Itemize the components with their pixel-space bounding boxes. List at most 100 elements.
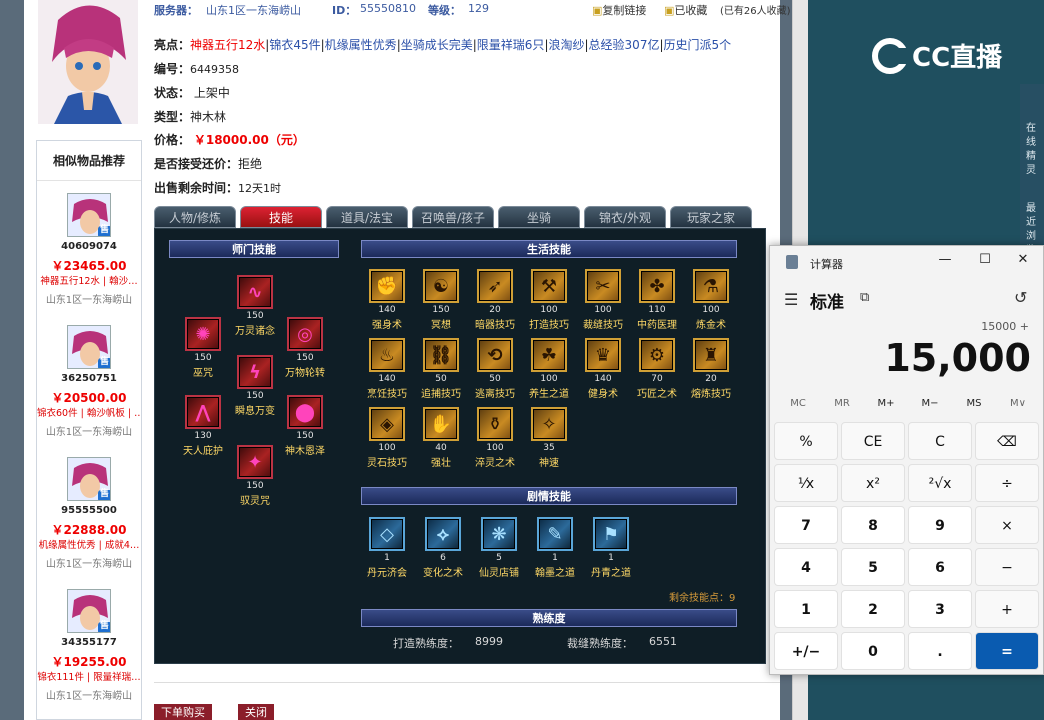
tab-appearance[interactable]: 锦衣/外观 — [584, 206, 666, 228]
highlight-tag[interactable]: 机缘属性优秀 — [325, 38, 397, 52]
similar-item[interactable]: 售 36250751 ￥20500.00 锦衣60件 | 翰沙帆板 | … 山东… — [37, 325, 141, 455]
memory-add-button[interactable]: M+ — [866, 398, 906, 409]
memory-list-button[interactable]: M∨ — [998, 398, 1038, 409]
skill-item[interactable]: ⬤ 150 神木恩泽 — [279, 395, 331, 457]
similar-item[interactable]: 售 95555500 ￥22888.00 机缘属性优秀 | 成就4… 山东1区一… — [37, 457, 141, 587]
skill-item[interactable]: ✂ 100 裁缝技巧 — [577, 269, 629, 331]
skill-item[interactable]: ◇ 1 丹元济会 — [361, 517, 413, 579]
cc-side-online[interactable]: 在线精灵 — [1026, 122, 1044, 178]
skill-item[interactable]: ➶ 20 暗器技巧 — [469, 269, 521, 331]
memory-subtract-button[interactable]: M− — [910, 398, 950, 409]
skill-item[interactable]: ✧ 35 神速 — [523, 407, 575, 469]
key-divide-button[interactable]: ÷ — [975, 464, 1039, 502]
close-window-button[interactable]: ✕ — [1010, 252, 1036, 272]
key-multiply-button[interactable]: × — [975, 506, 1039, 544]
minimize-button[interactable]: — — [932, 252, 958, 272]
highlight-tag[interactable]: 浪淘纱 — [548, 38, 584, 52]
key-equals-button[interactable]: = — [975, 632, 1039, 670]
skill-item[interactable]: ⟲ 50 逃离技巧 — [469, 338, 521, 400]
tab-mounts[interactable]: 坐骑 — [498, 206, 580, 228]
key-decimal-button[interactable]: . — [908, 632, 972, 670]
skill-item[interactable]: ◈ 100 灵石技巧 — [361, 407, 413, 469]
skill-item[interactable]: ✦ 150 驭灵咒 — [229, 445, 281, 507]
skill-item[interactable]: ☯ 150 冥想 — [415, 269, 467, 331]
tab-items[interactable]: 道具/法宝 — [326, 206, 408, 228]
highlight-tag[interactable]: 锦衣45件 — [269, 38, 320, 52]
maximize-button[interactable]: ☐ — [972, 252, 998, 272]
hamburger-menu-icon[interactable]: ☰ — [784, 290, 798, 309]
highlight-tag[interactable]: 限量祥瑞6只 — [477, 38, 545, 52]
life-skill-icon: ✧ — [531, 407, 567, 441]
calculator-keypad: % CE C ⌫ ¹⁄x x² ²√x ÷ 7 8 9 × 4 5 6− 1 2 3 + +/− 0. = — [774, 422, 1042, 672]
similar-item[interactable]: 售 40609074 ￥23465.00 神器五行12水 | 翰沙… 山东1区一… — [37, 193, 141, 323]
tab-skills[interactable]: 技能 — [240, 206, 322, 228]
memory-clear-button[interactable]: MC — [778, 398, 818, 409]
tab-character[interactable]: 人物/修炼 — [154, 206, 236, 228]
tab-pets[interactable]: 召唤兽/孩子 — [412, 206, 494, 228]
key-negate-button[interactable]: +/− — [774, 632, 838, 670]
close-button[interactable]: 关闭 — [238, 704, 274, 720]
highlight-tag[interactable]: 神器五行12水 — [190, 38, 265, 52]
key-backspace-button[interactable]: ⌫ — [975, 422, 1039, 460]
key-square-button[interactable]: x² — [841, 464, 905, 502]
skill-item[interactable]: ✤ 110 中药医理 — [631, 269, 683, 331]
skill-item[interactable]: ♜ 20 熔炼技巧 — [685, 338, 737, 400]
key-square-root-button[interactable]: ²√x — [908, 464, 972, 502]
skill-item[interactable]: ✎ 1 翰墨之道 — [529, 517, 581, 579]
copy-link-button[interactable]: ▣复制链接 — [592, 2, 646, 18]
keep-on-top-icon[interactable]: ⧉ — [860, 290, 869, 305]
skill-item[interactable]: ⚑ 1 丹青之道 — [585, 517, 637, 579]
key-two-button[interactable]: 2 — [841, 590, 905, 628]
key-plus-button[interactable]: + — [975, 590, 1039, 628]
skill-item[interactable]: ⚱ 100 淬灵之术 — [469, 407, 521, 469]
skill-item[interactable]: ❋ 5 仙灵店铺 — [473, 517, 525, 579]
key-reciprocal-button[interactable]: ¹⁄x — [774, 464, 838, 502]
skill-item[interactable]: ⚙ 70 巧匠之术 — [631, 338, 683, 400]
number-value: 6449358 — [190, 63, 240, 76]
key-four-button[interactable]: 4 — [774, 548, 838, 586]
skill-item[interactable]: ☘ 100 养生之道 — [523, 338, 575, 400]
skill-item[interactable]: ⚗ 100 炼金术 — [685, 269, 737, 331]
similar-item[interactable]: 售 34355177 ￥19255.00 锦衣111件 | 限量祥瑞… 山东1区… — [37, 589, 141, 719]
key-clear-entry-button[interactable]: CE — [841, 422, 905, 460]
highlight-tag[interactable]: 坐骑成长完美 — [401, 38, 473, 52]
similar-item-thumbnail[interactable]: 售 — [67, 457, 111, 501]
skill-item[interactable]: ⟡ 6 变化之术 — [417, 517, 469, 579]
skill-item[interactable]: ✋ 40 强壮 — [415, 407, 467, 469]
key-five-button[interactable]: 5 — [841, 548, 905, 586]
highlight-tag[interactable]: 历史门派5个 — [664, 38, 732, 52]
key-one-button[interactable]: 1 — [774, 590, 838, 628]
skill-item[interactable]: ♨ 140 烹饪技巧 — [361, 338, 413, 400]
similar-item-thumbnail[interactable]: 售 — [67, 589, 111, 633]
buy-button[interactable]: 下单购买 — [154, 704, 212, 720]
key-clear-button[interactable]: C — [908, 422, 972, 460]
history-icon[interactable]: ↺ — [1014, 288, 1027, 307]
tailor-proficiency-label: 裁缝熟练度： — [567, 637, 633, 650]
calculator-titlebar[interactable]: 计算器 — ☐ ✕ — [770, 246, 1044, 278]
key-three-button[interactable]: 3 — [908, 590, 972, 628]
skill-item[interactable]: ⚒ 100 打造技巧 — [523, 269, 575, 331]
memory-store-button[interactable]: MS — [954, 398, 994, 409]
skill-item[interactable]: ◎ 150 万物轮转 — [279, 317, 331, 379]
skill-item[interactable]: ♛ 140 健身术 — [577, 338, 629, 400]
key-six-button[interactable]: 6 — [908, 548, 972, 586]
memory-recall-button[interactable]: MR — [822, 398, 862, 409]
highlight-tag[interactable]: 总经验307亿 — [589, 38, 660, 52]
key-zero-button[interactable]: 0 — [841, 632, 905, 670]
key-percent-button[interactable]: % — [774, 422, 838, 460]
sale-badge: 售 — [99, 357, 109, 367]
skill-item[interactable]: ⋀ 130 天人庇护 — [177, 395, 229, 457]
key-minus-button[interactable]: − — [975, 548, 1039, 586]
similar-item-thumbnail[interactable]: 售 — [67, 325, 111, 369]
skill-item[interactable]: ⛓ 50 追捕技巧 — [415, 338, 467, 400]
skill-item[interactable]: ✺ 150 巫咒 — [177, 317, 229, 379]
similar-item-thumbnail[interactable]: 售 — [67, 193, 111, 237]
key-nine-button[interactable]: 9 — [908, 506, 972, 544]
skill-item[interactable]: ϟ 150 瞬息万变 — [229, 355, 281, 417]
tab-player-home[interactable]: 玩家之家 — [670, 206, 752, 228]
collected-button[interactable]: ▣已收藏 — [664, 2, 707, 18]
skill-item[interactable]: ∿ 150 万灵诸念 — [229, 275, 281, 337]
key-eight-button[interactable]: 8 — [841, 506, 905, 544]
skill-item[interactable]: ✊ 140 强身术 — [361, 269, 413, 331]
key-seven-button[interactable]: 7 — [774, 506, 838, 544]
